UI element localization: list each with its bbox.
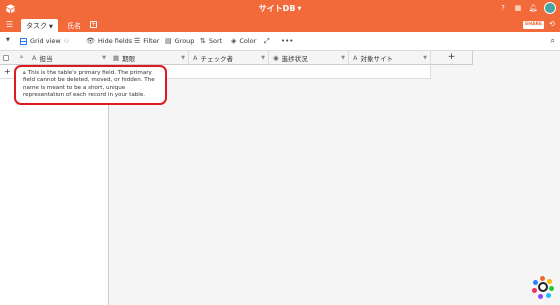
column-header-deadline[interactable]: ▦ 期限 ▼ bbox=[109, 51, 189, 65]
text-icon: A bbox=[193, 53, 198, 62]
history-icon[interactable]: ⟲ bbox=[549, 20, 555, 28]
primary-field-tooltip: 🔒︎ This is the table's primary field. The… bbox=[14, 65, 167, 105]
column-label: チェック者 bbox=[200, 54, 233, 63]
filter-button[interactable]: ☰ Filter bbox=[134, 37, 159, 45]
sort-icon: ⇅ bbox=[200, 37, 206, 45]
top-bar: サイトDB ▼ ? ▦ 🔔︎ bbox=[0, 0, 560, 17]
help-icon[interactable]: ? bbox=[499, 4, 507, 12]
help-widget[interactable] bbox=[532, 276, 554, 299]
paint-bucket-icon: ◈ bbox=[231, 37, 237, 45]
chevron-down-icon: ▼ bbox=[261, 54, 265, 61]
column-header-target-site[interactable]: A 対象サイト ▼ bbox=[349, 51, 431, 65]
sort-button[interactable]: ⇅ Sort bbox=[200, 37, 222, 45]
bell-icon[interactable]: 🔔︎ bbox=[529, 4, 538, 12]
row-height-button[interactable]: ⤢ bbox=[264, 37, 270, 46]
add-table-button[interactable]: + bbox=[90, 21, 97, 28]
share-button[interactable]: SHARE bbox=[522, 21, 544, 29]
add-field-button[interactable]: + bbox=[431, 51, 473, 65]
table-tab-bar: ☰ タスク ▼ 氏名 + SHARE ⟲ bbox=[0, 17, 560, 32]
column-header-progress[interactable]: ◉ 進捗状況 ▼ bbox=[269, 51, 349, 65]
widget-dot bbox=[546, 293, 551, 298]
hide-fields-label: Hide fields bbox=[97, 37, 133, 45]
group-icon: ▤ bbox=[165, 37, 172, 45]
more-options-button[interactable]: ••• bbox=[281, 37, 293, 45]
tab-names[interactable]: 氏名 bbox=[62, 19, 86, 32]
expand-icon: ⤢ bbox=[264, 37, 270, 45]
tab-tasks[interactable]: タスク ▼ bbox=[21, 19, 58, 32]
group-button[interactable]: ▤ Group bbox=[165, 37, 194, 45]
base-title-text: サイトDB bbox=[258, 4, 296, 13]
chevron-down-icon: ▼ bbox=[181, 54, 185, 61]
chevron-down-icon: ▼ bbox=[423, 54, 427, 61]
view-toolbar: ▼ Grid view ⚇ 👁︎ Hide fields ☰ Filter ▤ … bbox=[0, 32, 560, 51]
text-icon: A bbox=[32, 53, 37, 62]
filter-icon: ☰ bbox=[134, 37, 141, 45]
grid-view-icon bbox=[20, 37, 27, 45]
chevron-down-icon: ▼ bbox=[102, 54, 106, 61]
widget-dot bbox=[533, 280, 538, 285]
column-header-checker[interactable]: A チェック者 ▼ bbox=[189, 51, 269, 65]
search-icon[interactable]: ⌕ bbox=[551, 36, 555, 46]
widget-dot bbox=[532, 288, 537, 293]
chevron-down-icon: ▼ bbox=[297, 5, 302, 12]
widget-dot bbox=[549, 286, 554, 291]
primary-field-header[interactable]: 🔒︎ A 担当 ▼ bbox=[0, 51, 109, 65]
calendar-icon: ▦ bbox=[113, 53, 120, 62]
chevron-down-icon: ▼ bbox=[49, 24, 53, 30]
tab-label: タスク bbox=[26, 22, 47, 30]
collapse-sidebar-button[interactable]: ▼ bbox=[6, 37, 10, 43]
text-icon: A bbox=[353, 53, 358, 62]
color-label: Color bbox=[239, 37, 257, 45]
status-icon: ◉ bbox=[273, 53, 279, 62]
lock-icon: 🔒︎ bbox=[23, 70, 26, 76]
select-all-checkbox[interactable] bbox=[3, 55, 9, 61]
widget-dot bbox=[538, 294, 543, 299]
tooltip-text: This is the table's primary field. The p… bbox=[23, 70, 155, 99]
view-name: Grid view bbox=[30, 37, 61, 45]
widget-dot bbox=[547, 279, 552, 284]
view-switcher[interactable]: Grid view ⚇ bbox=[20, 37, 69, 45]
sort-label: Sort bbox=[208, 37, 223, 45]
filter-label: Filter bbox=[143, 37, 160, 45]
group-label: Group bbox=[174, 37, 195, 45]
apps-grid-icon[interactable]: ▦ bbox=[514, 4, 522, 12]
column-label: 期限 bbox=[122, 54, 136, 63]
column-label: 担当 bbox=[39, 54, 53, 63]
base-title[interactable]: サイトDB ▼ bbox=[0, 3, 560, 14]
color-button[interactable]: ◈ Color bbox=[231, 37, 256, 45]
plus-icon: + bbox=[4, 67, 11, 76]
people-icon: ⚇ bbox=[63, 37, 70, 45]
hamburger-menu-icon[interactable]: ☰ bbox=[6, 20, 13, 29]
hide-fields-button[interactable]: 👁︎ Hide fields bbox=[86, 37, 132, 45]
more-icon: ••• bbox=[281, 37, 294, 45]
tab-label: 氏名 bbox=[67, 22, 81, 30]
chevron-down-icon: ▼ bbox=[6, 37, 10, 43]
widget-center bbox=[538, 282, 548, 292]
eye-icon: 👁︎ bbox=[86, 37, 95, 45]
chevron-down-icon: ▼ bbox=[341, 54, 345, 61]
column-label: 対象サイト bbox=[360, 54, 393, 63]
widget-dot bbox=[540, 276, 545, 281]
lock-icon: 🔒︎ bbox=[20, 54, 23, 60]
avatar[interactable] bbox=[544, 2, 556, 14]
column-label: 進捗状況 bbox=[281, 54, 308, 63]
